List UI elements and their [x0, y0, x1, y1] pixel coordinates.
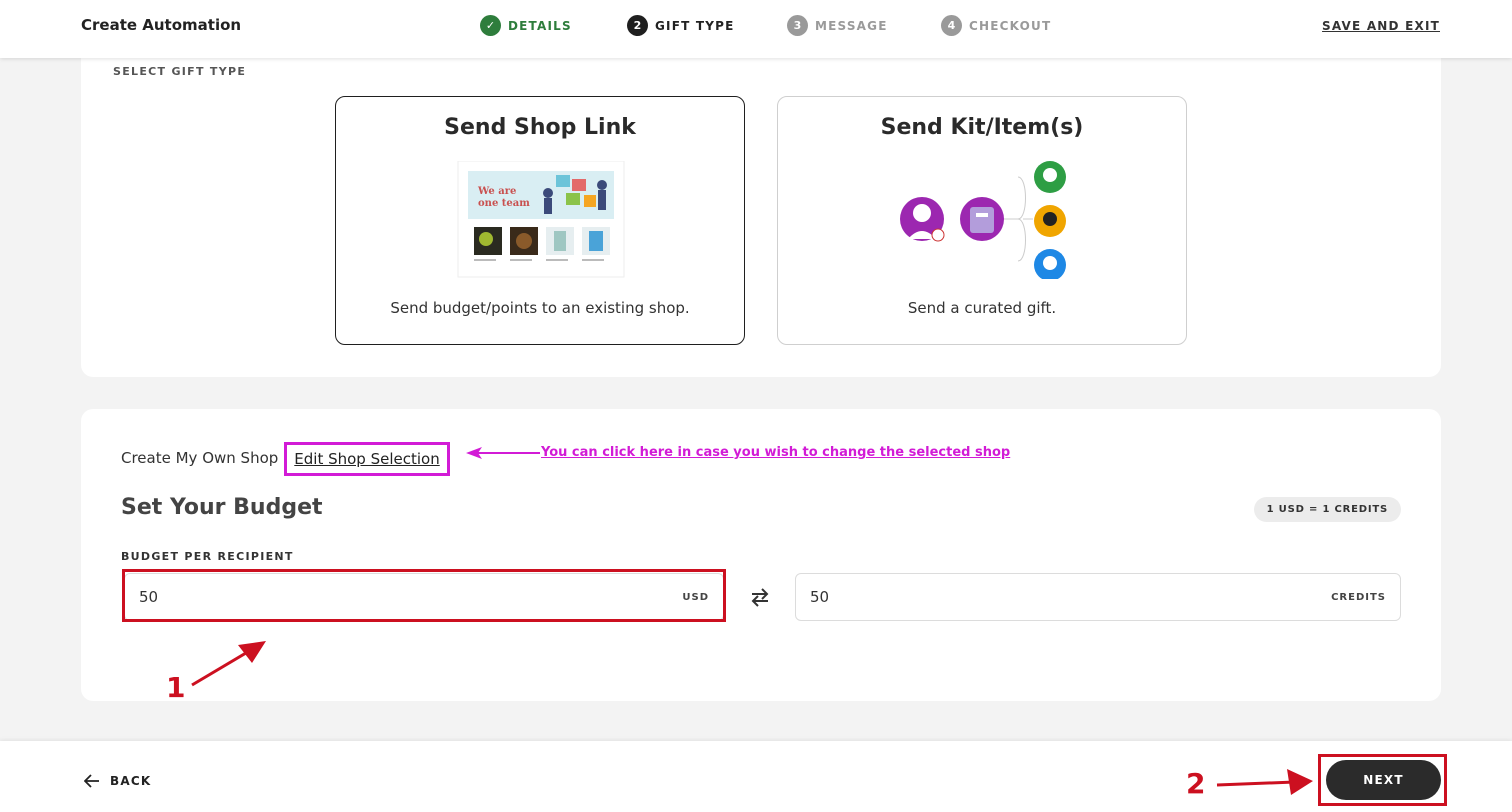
annotation-step-1: 1	[166, 671, 186, 704]
back-button[interactable]: BACK	[84, 774, 151, 788]
option-description: Send budget/points to an existing shop.	[390, 299, 690, 317]
step-gift-type[interactable]: 2 GIFT TYPE	[627, 15, 735, 36]
annotation-arrow-left-icon	[466, 447, 540, 459]
option-description: Send a curated gift.	[907, 299, 1057, 317]
save-and-exit-link[interactable]: SAVE AND EXIT	[1322, 19, 1440, 33]
annotation-arrow-right-icon	[1216, 769, 1313, 795]
step-message[interactable]: 3 MESSAGE	[787, 15, 888, 36]
footer-bar: BACK 2 NEXT	[0, 741, 1512, 812]
back-label: BACK	[110, 774, 152, 788]
step-label: MESSAGE	[815, 18, 888, 33]
section-label: SELECT GIFT TYPE	[113, 65, 247, 78]
annotation-hint-text: You can click here in case you wish to c…	[541, 445, 1011, 460]
banner-line1: We are	[477, 186, 516, 197]
option-title: Send Kit/Item(s)	[880, 115, 1084, 140]
step-label: DETAILS	[508, 18, 572, 33]
budget-card: Create My Own Shop Edit Shop Selection Y…	[81, 409, 1441, 704]
stepper: ✓ DETAILS 2 GIFT TYPE 3 MESSAGE 4 CHECKO…	[0, 15, 1512, 39]
annotation-step-2: 2	[1186, 767, 1206, 800]
credits-budget-input[interactable]	[810, 588, 1271, 606]
step-number: 3	[787, 15, 808, 36]
check-icon: ✓	[480, 15, 501, 36]
shop-preview-image: We are one team	[336, 160, 744, 279]
step-checkout[interactable]: 4 CHECKOUT	[941, 15, 1051, 36]
next-button[interactable]: NEXT	[1326, 760, 1441, 800]
kit-recipients-illustration	[778, 161, 1186, 281]
credits-budget-field[interactable]: CREDITS	[795, 573, 1401, 621]
budget-title: Set Your Budget	[121, 495, 323, 520]
arrow-left-icon	[84, 774, 99, 788]
annotation-highlight-edit: Edit Shop Selection	[284, 442, 450, 476]
step-details[interactable]: ✓ DETAILS	[480, 15, 572, 36]
option-send-kit-items[interactable]: Send Kit/Item(s) Send a curated gift.	[777, 96, 1187, 345]
annotation-highlight-usd	[122, 569, 726, 622]
step-label: GIFT TYPE	[655, 18, 735, 33]
swap-arrows-icon[interactable]	[749, 585, 771, 609]
credits-unit: CREDITS	[1331, 591, 1386, 603]
gift-type-card: SELECT GIFT TYPE Send Shop Link We are o…	[81, 40, 1441, 377]
conversion-rate-badge: 1 USD = 1 CREDITS	[1253, 497, 1401, 522]
step-label: CHECKOUT	[969, 18, 1052, 33]
step-number: 2	[627, 15, 648, 36]
option-send-shop-link[interactable]: Send Shop Link We are one team Send budg…	[335, 96, 745, 345]
shop-label: Create My Own Shop	[121, 449, 279, 467]
banner-line2: one team	[478, 198, 530, 209]
step-number: 4	[941, 15, 962, 36]
top-header: Create Automation ✓ DETAILS 2 GIFT TYPE …	[0, 0, 1512, 58]
edit-shop-selection-link[interactable]: Edit Shop Selection	[294, 450, 439, 468]
option-title: Send Shop Link	[444, 115, 636, 140]
budget-per-recipient-label: BUDGET PER RECIPIENT	[121, 550, 294, 563]
